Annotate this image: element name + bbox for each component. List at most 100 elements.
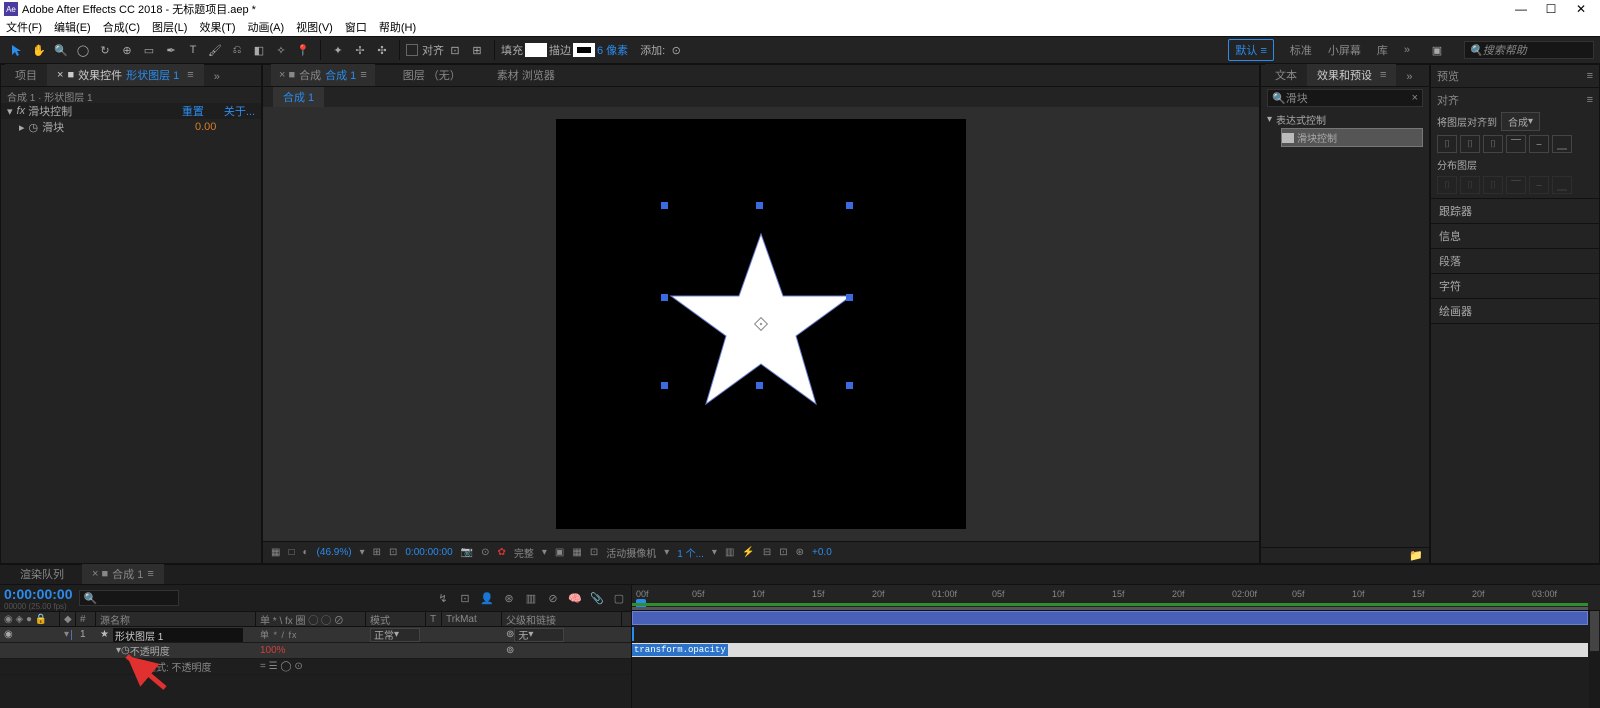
paint-panel[interactable]: 绘画器 bbox=[1431, 299, 1599, 324]
zoom-level[interactable]: (46.9%) bbox=[317, 547, 352, 558]
stroke-swatch[interactable] bbox=[573, 43, 595, 57]
paragraph-panel[interactable]: 段落 bbox=[1431, 249, 1599, 274]
active-camera-dropdown[interactable]: 活动摄像机 bbox=[606, 545, 656, 560]
layer-row-1[interactable]: ◉ ▾ 1 ★形状图层 1 单 * / fx 正常 ▾ ⊚ 无 ▾ bbox=[0, 627, 631, 643]
col-source-name[interactable]: 源名称 bbox=[96, 612, 256, 626]
project-tab[interactable]: 项目 bbox=[5, 64, 47, 86]
world-axis-icon[interactable]: ✢ bbox=[351, 41, 369, 59]
handle-mr[interactable] bbox=[846, 294, 853, 301]
scroll-thumb[interactable] bbox=[1590, 611, 1599, 651]
menu-file[interactable]: 文件(F) bbox=[6, 19, 42, 35]
parent-dropdown[interactable]: 无 ▾ bbox=[514, 628, 564, 642]
anchor-tool[interactable]: ⊕ bbox=[118, 41, 136, 59]
menu-effect[interactable]: 效果(T) bbox=[199, 19, 235, 35]
brain-icon[interactable]: 🧠 bbox=[567, 590, 583, 606]
orbit-tool[interactable]: ◯ bbox=[74, 41, 92, 59]
view-axis-icon[interactable]: ✣ bbox=[373, 41, 391, 59]
stopwatch-icon[interactable]: ◷ bbox=[29, 121, 39, 134]
timeline-sync-icon[interactable]: ⊟ bbox=[763, 547, 771, 558]
show-snapshot-icon[interactable]: ⊙ bbox=[481, 547, 489, 558]
color-mgmt-icon[interactable]: ✿ bbox=[497, 547, 505, 558]
workspace-standard[interactable]: 标准 bbox=[1290, 42, 1312, 58]
exposure-reset-icon[interactable]: ⊛ bbox=[796, 547, 804, 558]
layer-color-label[interactable] bbox=[71, 630, 72, 640]
pen-tool[interactable]: ✒ bbox=[162, 41, 180, 59]
layer-duration-bar[interactable] bbox=[632, 611, 1588, 625]
expression-field-track[interactable]: transform.opacity bbox=[632, 643, 1588, 657]
workspace-reset-icon[interactable]: ▣ bbox=[1428, 41, 1446, 59]
viewer-timecode[interactable]: 0:00:00:00 bbox=[405, 547, 452, 558]
menu-window[interactable]: 窗口 bbox=[345, 19, 367, 35]
expr-pickwhip-icon[interactable]: ⊚ bbox=[506, 645, 514, 656]
align-right-button[interactable]: ⌷ bbox=[1483, 135, 1503, 153]
zoom-tool[interactable]: 🔍 bbox=[52, 41, 70, 59]
preview-menu-icon[interactable]: ≡ bbox=[1587, 70, 1593, 82]
opacity-track[interactable] bbox=[632, 627, 1588, 641]
roi-icon[interactable]: ▣ bbox=[555, 547, 564, 558]
motion-blur-icon[interactable]: ⊘ bbox=[545, 590, 561, 606]
flowchart-icon[interactable]: ⊡ bbox=[779, 547, 787, 558]
ep-group-expression-controls[interactable]: ▾表达式控制 bbox=[1267, 111, 1423, 128]
handle-bl[interactable] bbox=[661, 382, 668, 389]
composition-tab[interactable]: × ■ 合成 合成 1 ≡ bbox=[271, 64, 375, 86]
eraser-tool[interactable]: ◧ bbox=[250, 41, 268, 59]
workspace-small[interactable]: 小屏幕 bbox=[1328, 42, 1361, 58]
menu-help[interactable]: 帮助(H) bbox=[379, 19, 416, 35]
tracker-panel[interactable]: 跟踪器 bbox=[1431, 199, 1599, 224]
handle-tl[interactable] bbox=[661, 202, 668, 209]
fx-switches-icon[interactable]: ⊛ bbox=[501, 590, 517, 606]
close-button[interactable]: ✕ bbox=[1566, 2, 1596, 16]
hand-tool[interactable]: ✋ bbox=[30, 41, 48, 59]
3d-view-icon[interactable]: ⊡ bbox=[590, 547, 598, 558]
stamp-tool[interactable]: ⎌ bbox=[228, 41, 246, 59]
timeline-comp-tab[interactable]: × ■ 合成 1 ≡ bbox=[82, 564, 164, 584]
twirl-icon[interactable]: ▾ bbox=[7, 105, 13, 118]
text-panel-tab[interactable]: 文本 bbox=[1265, 64, 1307, 86]
text-tool[interactable]: T bbox=[184, 41, 202, 59]
view-layout-dropdown[interactable]: 1 个... bbox=[677, 545, 704, 560]
render-queue-tab[interactable]: 渲染队列 bbox=[10, 564, 74, 584]
rect-tool[interactable]: ▭ bbox=[140, 41, 158, 59]
character-panel[interactable]: 字符 bbox=[1431, 274, 1599, 299]
timeline-vscroll[interactable] bbox=[1589, 611, 1600, 708]
time-ruler[interactable]: 00f 05f 10f 15f 20f 01:00f 05f 10f 15f 2… bbox=[632, 585, 1600, 611]
brush-tool[interactable]: 🖌 bbox=[206, 41, 224, 59]
layer-name-input[interactable]: 形状图层 1 bbox=[113, 628, 243, 642]
alpha-icon[interactable]: ◐ bbox=[303, 547, 309, 558]
handle-br[interactable] bbox=[846, 382, 853, 389]
comp-subtab[interactable]: 合成 1 bbox=[273, 87, 324, 107]
info-panel[interactable]: 信息 bbox=[1431, 224, 1599, 249]
frame-blend-icon[interactable]: ▥ bbox=[523, 590, 539, 606]
dist-2[interactable]: ⌷ bbox=[1460, 176, 1480, 194]
layer-tab[interactable]: 图层 （无） bbox=[395, 64, 469, 86]
handle-ml[interactable] bbox=[661, 294, 668, 301]
layer-switches[interactable]: 单 * / fx bbox=[260, 628, 298, 641]
property-row-opacity[interactable]: ▾ ◷ 不透明度 100% ⊚ bbox=[0, 643, 631, 659]
align-menu-icon[interactable]: ≡ bbox=[1587, 94, 1593, 106]
twirl-layer-icon[interactable]: ▾ bbox=[64, 629, 69, 640]
current-time-display[interactable]: 0:00:00:00 bbox=[4, 586, 73, 602]
effects-search-input[interactable]: 🔍 滑块 × bbox=[1267, 89, 1423, 107]
slider-value[interactable]: 0.00 bbox=[195, 121, 255, 133]
snap-ext-icon[interactable]: ⊞ bbox=[468, 41, 486, 59]
menu-composition[interactable]: 合成(C) bbox=[103, 19, 140, 35]
stopwatch-prop-icon[interactable]: ◷ bbox=[121, 645, 130, 656]
handle-bm[interactable] bbox=[756, 382, 763, 389]
handle-tr[interactable] bbox=[846, 202, 853, 209]
effects-presets-tab[interactable]: 效果和预设 ≡ bbox=[1307, 64, 1396, 86]
dist-6[interactable]: ⎽ bbox=[1552, 176, 1572, 194]
resolution-dropdown[interactable]: 完整 bbox=[514, 545, 534, 560]
graph-editor-icon[interactable]: ↯ bbox=[435, 590, 451, 606]
fill-swatch[interactable] bbox=[525, 43, 547, 57]
resolution-icon[interactable]: ⊞ bbox=[373, 547, 381, 558]
transparency-grid-icon[interactable]: ▦ bbox=[572, 547, 581, 558]
stroke-width[interactable]: 6 像素 bbox=[597, 42, 628, 58]
attachment-icon[interactable]: 📎 bbox=[589, 590, 605, 606]
effect-slider-control[interactable]: ▾ fx 滑块控制 重置 关于... bbox=[1, 103, 261, 119]
align-hcenter-button[interactable]: ⌷ bbox=[1460, 135, 1480, 153]
shy-icon[interactable]: 👤 bbox=[479, 590, 495, 606]
workspace-default[interactable]: 默认 ≡ bbox=[1228, 39, 1273, 61]
snap-edge-icon[interactable]: ⊡ bbox=[446, 41, 464, 59]
align-top-button[interactable]: ⎺ bbox=[1506, 135, 1526, 153]
ep-item-slider-control[interactable]: 滑块控制 bbox=[1281, 128, 1423, 147]
